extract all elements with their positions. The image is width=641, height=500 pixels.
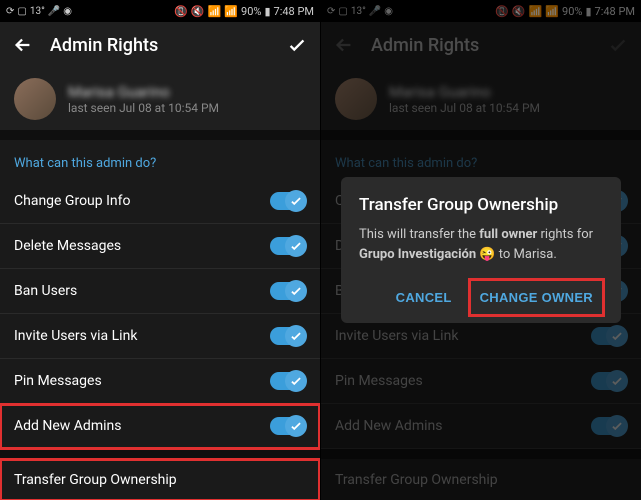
avatar [14,78,56,120]
phone-left: ⟳▢13°🎤◉ 📵🔇📶📶 90%▮ 7:48 PM Admin Rights M… [0,0,320,500]
cancel-button[interactable]: CANCEL [386,280,462,315]
dialog-overlay[interactable]: Transfer Group Ownership This will trans… [321,0,641,500]
dialog-title: Transfer Group Ownership [359,195,603,215]
toggle-icon[interactable] [270,282,306,300]
status-bar: ⟳▢13°🎤◉ 📵🔇📶📶 90%▮ 7:48 PM [0,0,320,22]
user-row[interactable]: Marisa Guarino last seen Jul 08 at 10:54… [0,68,320,130]
app-header: Admin Rights [0,22,320,68]
change-owner-button[interactable]: CHANGE OWNER [470,280,603,315]
user-status: last seen Jul 08 at 10:54 PM [68,101,219,115]
toggle-icon[interactable] [270,372,306,390]
user-name: Marisa Guarino [68,83,219,101]
confirm-icon[interactable] [286,34,308,56]
back-icon[interactable] [12,34,34,56]
option-delete-messages[interactable]: Delete Messages [0,224,320,269]
option-pin-messages[interactable]: Pin Messages [0,359,320,404]
option-add-new-admins[interactable]: Add New Admins [0,404,320,449]
toggle-icon[interactable] [270,237,306,255]
page-title: Admin Rights [50,35,270,56]
option-ban-users[interactable]: Ban Users [0,269,320,314]
transfer-dialog: Transfer Group Ownership This will trans… [341,177,621,323]
toggle-icon[interactable] [270,327,306,345]
dialog-text: This will transfer the full owner rights… [359,225,603,264]
section-title: What can this admin do? [0,140,320,179]
transfer-ownership-row[interactable]: Transfer Group Ownership [0,459,320,500]
phone-right: ⟳▢13°🎤◉ 📵🔇📶📶 90%▮ 7:48 PM Admin Rights M… [321,0,641,500]
toggle-icon[interactable] [270,417,306,435]
option-change-group-info[interactable]: Change Group Info [0,179,320,224]
toggle-icon[interactable] [270,192,306,210]
option-invite-users[interactable]: Invite Users via Link [0,314,320,359]
